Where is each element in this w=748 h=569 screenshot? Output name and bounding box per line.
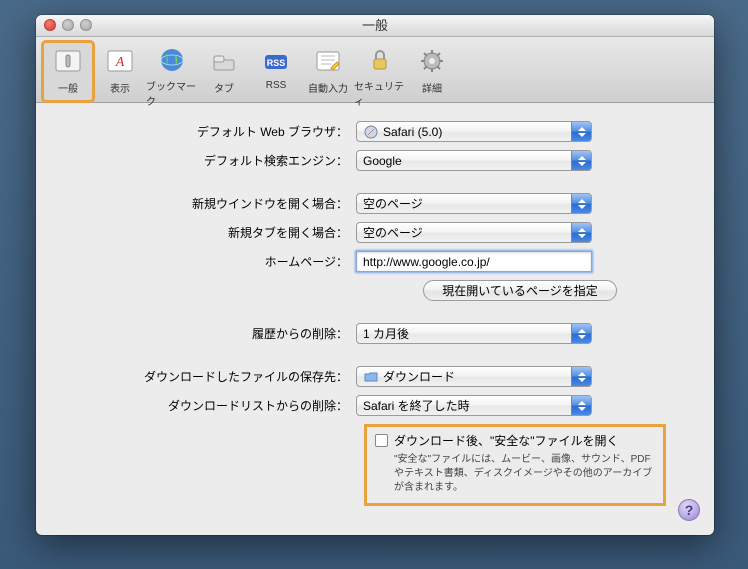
- toolbar-tab-tabs[interactable]: タブ: [198, 41, 250, 102]
- download-list-remove-value: Safari を終了した時: [363, 397, 470, 414]
- chevron-updown-icon: [571, 396, 591, 415]
- history-remove-select[interactable]: 1 カ月後: [356, 323, 592, 344]
- default-browser-value: Safari (5.0): [383, 125, 442, 139]
- safe-files-highlight: ダウンロード後、"安全な"ファイルを開く "安全な"ファイルには、ムービー、画像…: [364, 424, 666, 506]
- help-button[interactable]: ?: [678, 499, 700, 521]
- safari-icon: [363, 124, 379, 140]
- download-location-select[interactable]: ダウンロード: [356, 366, 592, 387]
- content-area: デフォルト Web ブラウザ： Safari (5.0) デフォルト検索エンジン…: [36, 103, 714, 520]
- toolbar-tab-label: 詳細: [422, 80, 442, 95]
- tab-icon: [208, 45, 240, 77]
- open-safe-files-label: ダウンロード後、"安全な"ファイルを開く: [394, 433, 619, 449]
- chevron-updown-icon: [571, 122, 591, 141]
- new-tab-label: 新規タブを開く場合：: [66, 224, 356, 241]
- toolbar-tab-autofill[interactable]: 自動入力: [302, 41, 354, 102]
- svg-text:RSS: RSS: [267, 58, 286, 68]
- new-tab-select[interactable]: 空のページ: [356, 222, 592, 243]
- toolbar-tab-label: タブ: [214, 80, 234, 95]
- homepage-input[interactable]: [356, 251, 592, 272]
- window-title: 一般: [362, 18, 388, 33]
- preferences-window: 一般 一般A表示ブックマークタブRSSRSS自動入力セキュリティ詳細 デフォルト…: [36, 15, 714, 535]
- toolbar-tab-general[interactable]: 一般: [42, 41, 94, 102]
- svg-text:A: A: [115, 55, 125, 70]
- toolbar-tab-label: 一般: [58, 80, 78, 95]
- toolbar-tab-label: セキュリティ: [354, 78, 406, 108]
- toolbar-tab-appearance[interactable]: A 表示: [94, 41, 146, 102]
- chevron-updown-icon: [571, 151, 591, 170]
- close-button[interactable]: [44, 19, 56, 31]
- chevron-updown-icon: [571, 324, 591, 343]
- chevron-updown-icon: [571, 367, 591, 386]
- toolbar-tab-bookmarks[interactable]: ブックマーク: [146, 41, 198, 102]
- default-browser-label: デフォルト Web ブラウザ：: [66, 123, 356, 140]
- rss-icon: RSS: [260, 45, 292, 77]
- new-window-label: 新規ウインドウを開く場合：: [66, 195, 356, 212]
- minimize-button[interactable]: [62, 19, 74, 31]
- default-search-label: デフォルト検索エンジン：: [66, 152, 356, 169]
- download-location-label: ダウンロードしたファイルの保存先：: [66, 368, 356, 385]
- lock-icon: [364, 45, 396, 75]
- history-remove-value: 1 カ月後: [363, 325, 409, 342]
- chevron-updown-icon: [571, 194, 591, 213]
- toolbar-tab-rss[interactable]: RSS RSS: [250, 41, 302, 102]
- chevron-updown-icon: [571, 223, 591, 242]
- toolbar-tab-label: ブックマーク: [146, 78, 198, 108]
- titlebar: 一般: [36, 15, 714, 37]
- pencil-icon: [312, 45, 344, 77]
- zoom-button[interactable]: [80, 19, 92, 31]
- new-window-select[interactable]: 空のページ: [356, 193, 592, 214]
- download-location-value: ダウンロード: [383, 368, 455, 385]
- toolbar-tab-advanced[interactable]: 詳細: [406, 41, 458, 102]
- gear-icon: [416, 45, 448, 77]
- new-window-value: 空のページ: [363, 195, 423, 212]
- default-search-select[interactable]: Google: [356, 150, 592, 171]
- toolbar: 一般 A 表示 ブックマークタブ RSS RSS 自動入力セキュリティ詳細: [36, 37, 714, 103]
- homepage-label: ホームページ：: [66, 253, 356, 270]
- toolbar-tab-label: RSS: [266, 80, 287, 91]
- new-tab-value: 空のページ: [363, 224, 423, 241]
- font-icon: A: [104, 45, 136, 77]
- toolbar-tab-security[interactable]: セキュリティ: [354, 41, 406, 102]
- window-controls: [44, 19, 92, 31]
- default-search-value: Google: [363, 154, 402, 168]
- switch-icon: [52, 45, 84, 77]
- folder-icon: [363, 369, 379, 385]
- globe-icon: [156, 45, 188, 75]
- history-remove-label: 履歴からの削除：: [66, 325, 356, 342]
- open-safe-files-checkbox[interactable]: [375, 434, 388, 447]
- download-list-remove-select[interactable]: Safari を終了した時: [356, 395, 592, 416]
- toolbar-tab-label: 表示: [110, 80, 130, 95]
- toolbar-tab-label: 自動入力: [308, 80, 348, 95]
- open-safe-files-description: "安全な"ファイルには、ムービー、画像、サウンド、PDF やテキスト書類、ディス…: [394, 453, 655, 495]
- default-browser-select[interactable]: Safari (5.0): [356, 121, 592, 142]
- download-list-remove-label: ダウンロードリストからの削除：: [66, 397, 356, 414]
- set-current-page-button[interactable]: 現在開いているページを指定: [423, 280, 616, 301]
